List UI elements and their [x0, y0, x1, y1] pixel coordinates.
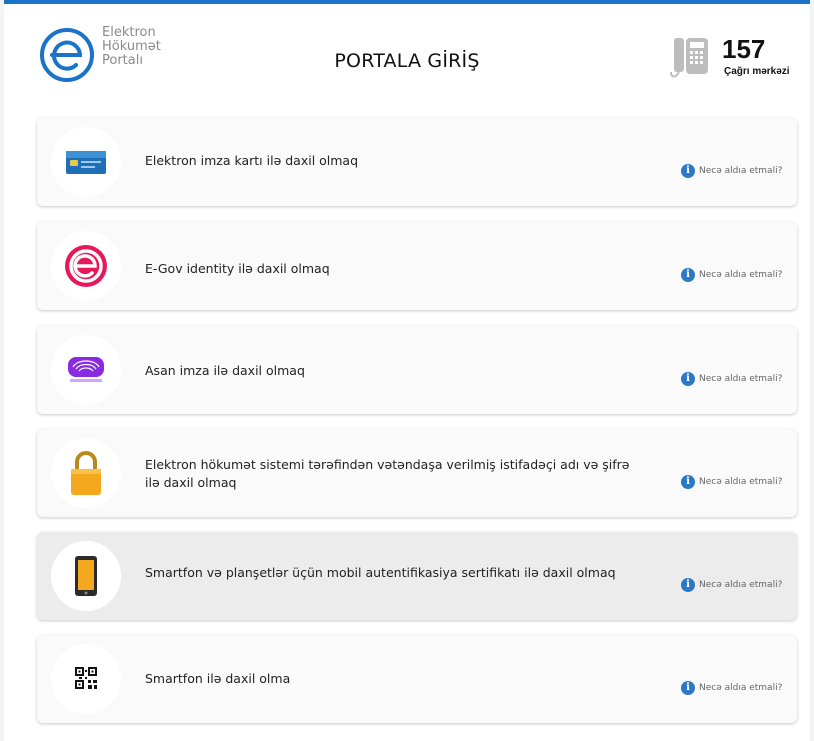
logo-line-1: Elektron [102, 25, 156, 40]
help-link[interactable]: i Necə aldıa etmali? [681, 475, 782, 489]
info-icon: i [681, 475, 695, 489]
help-link-text: Necə aldıa etmali? [699, 166, 783, 176]
login-option-mobile-certificate[interactable]: Smartfon və planşetlər üçün mobil autent… [37, 532, 797, 620]
info-icon: i [681, 372, 695, 386]
call-center-number: 157 [722, 34, 766, 64]
egov-identity-icon [65, 245, 107, 287]
login-option-label: Elektron hökumət sistemi tərəfindən vətə… [145, 457, 630, 490]
login-option-label: Smartfon ilə daxil olma [145, 671, 291, 686]
login-option-asan-imza[interactable]: Asan imza ilə daxil olmaq i Necə aldıa et… [37, 326, 797, 414]
login-option-username-password[interactable]: Elektron hökumət sistemi tərəfindən vətə… [37, 429, 797, 517]
qr-code-icon [75, 667, 97, 689]
id-card-icon [66, 151, 106, 174]
header: Elektron Hökumət Portalı PORTALA GİRİŞ 1… [4, 4, 810, 104]
login-page: Elektron Hökumət Portalı PORTALA GİRİŞ 1… [0, 0, 814, 741]
login-option-smartphone-qr[interactable]: Smartfon ilə daxil olma i Necə aldıa etma… [37, 635, 797, 723]
help-link[interactable]: i Necə aldıa etmali? [681, 372, 782, 386]
padlock-icon [71, 451, 101, 495]
login-option-e-signature-card[interactable]: Elektron imza kartı ilə daxil olmaq i Nec… [37, 118, 797, 206]
info-icon: i [681, 268, 695, 282]
info-icon: i [681, 164, 695, 178]
help-link[interactable]: i Necə aldıa etmali? [681, 268, 782, 282]
icon-circle [51, 438, 121, 508]
help-link-text: Necə aldıa etmali? [699, 683, 783, 693]
info-icon: i [681, 681, 695, 695]
icon-circle [51, 644, 121, 714]
icon-circle [51, 127, 121, 197]
page-right-border [810, 0, 814, 741]
info-icon: i [681, 578, 695, 592]
call-center[interactable]: 157 Çağrı mərkəzi [668, 34, 808, 84]
smartphone-icon [75, 556, 97, 596]
call-center-label: Çağrı mərkəzi [724, 66, 790, 77]
icon-circle [51, 231, 121, 301]
login-option-egov-identity[interactable]: E-Gov identity ilə daxil olmaq i Necə ald… [37, 222, 797, 310]
login-option-label: Elektron imza kartı ilə daxil olmaq [145, 153, 359, 168]
help-link[interactable]: i Necə aldıa etmali? [681, 164, 782, 178]
help-link-text: Necə aldıa etmali? [699, 580, 783, 590]
phone-icon [670, 38, 708, 78]
icon-circle [51, 335, 121, 405]
asan-imza-icon [68, 357, 104, 382]
help-link[interactable]: i Necə aldıa etmali? [681, 681, 782, 695]
login-option-label: E-Gov identity ilə daxil olmaq [145, 261, 330, 276]
help-link-text: Necə aldıa etmali? [699, 270, 783, 280]
help-link-text: Necə aldıa etmali? [699, 374, 783, 384]
help-link-text: Necə aldıa etmali? [699, 477, 783, 487]
page-left-border [0, 0, 4, 741]
help-link[interactable]: i Necə aldıa etmali? [681, 578, 782, 592]
login-option-label: Asan imza ilə daxil olmaq [145, 363, 305, 378]
login-option-label: Smartfon və planşetlər üçün mobil autent… [145, 565, 616, 580]
icon-circle [51, 541, 121, 611]
